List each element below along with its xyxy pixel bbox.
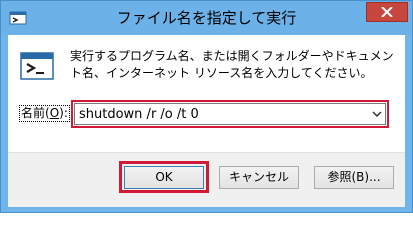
- name-combobox[interactable]: shutdown /r /o /t 0: [71, 100, 389, 128]
- name-label-text: 名前(O):: [19, 105, 70, 122]
- ok-button[interactable]: OK: [124, 166, 204, 189]
- window-title: ファイル名を指定して実行: [116, 9, 297, 27]
- name-label: 名前(O):: [19, 105, 70, 122]
- combobox-frame: shutdown /r /o /t 0: [74, 103, 386, 125]
- dialog-description: 実行するプログラム名、または開くフォルダーやドキュメント名、インターネット リソ…: [70, 49, 394, 80]
- button-bar: OK キャンセル 参照(B)...: [8, 152, 405, 207]
- browse-button[interactable]: 参照(B)...: [314, 166, 394, 189]
- run-icon: [20, 52, 54, 80]
- name-label-end: ):: [59, 106, 68, 120]
- cancel-button[interactable]: キャンセル: [219, 166, 299, 189]
- name-label-start: 名前(: [21, 106, 50, 120]
- close-button[interactable]: [366, 2, 408, 22]
- title-bar[interactable]: ファイル名を指定して実行: [1, 1, 412, 35]
- command-input[interactable]: shutdown /r /o /t 0: [79, 104, 199, 126]
- name-label-accelerator: O: [49, 106, 60, 120]
- dialog-body: 実行するプログラム名、または開くフォルダーやドキュメント名、インターネット リソ…: [8, 35, 405, 207]
- run-dialog-window: ファイル名を指定して実行 実行するプログラム名、または開くフォルダーやドキュメン…: [0, 0, 413, 213]
- close-icon: [381, 7, 393, 17]
- chevron-down-icon[interactable]: [372, 111, 382, 118]
